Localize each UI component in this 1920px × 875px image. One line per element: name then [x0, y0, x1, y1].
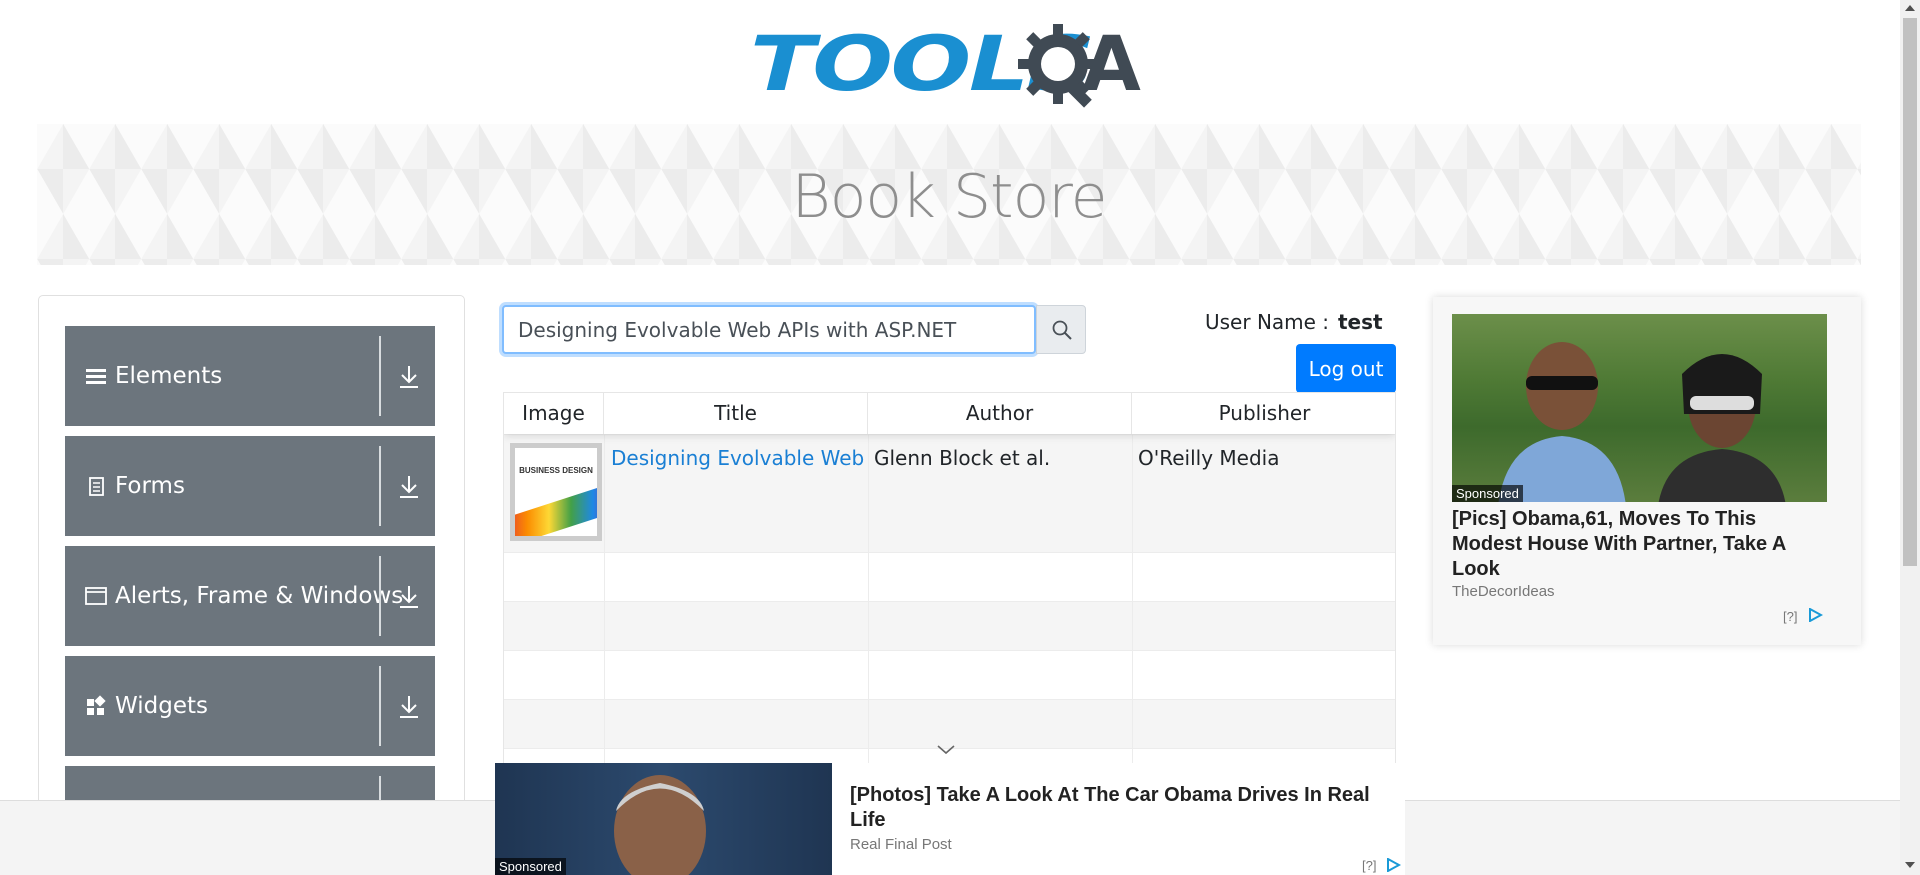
book-cover-image: BUSINESS DESIGN — [510, 443, 602, 541]
adchoices-icon[interactable] — [1807, 608, 1823, 622]
group-divider — [379, 556, 381, 636]
column-header-title[interactable]: Title — [604, 393, 868, 434]
book-cover-title: BUSINESS DESIGN — [519, 466, 593, 475]
sponsored-ad-bottom[interactable]: Sponsored [Photos] Take A Look At The Ca… — [495, 763, 1405, 875]
search-icon — [1052, 320, 1072, 340]
logo-text-a: A — [1082, 19, 1141, 108]
table-header: Image Title Author Publisher — [504, 393, 1395, 434]
download-arrow-icon[interactable] — [397, 474, 421, 500]
group-label: Elements — [115, 363, 223, 389]
user-name-row: User Name : test — [1205, 310, 1383, 334]
ad-photo-man — [614, 775, 706, 875]
ad-source[interactable]: TheDecorIdeas — [1452, 583, 1555, 600]
group-alerts-frame-windows[interactable]: Alerts, Frame & Windows — [65, 546, 435, 646]
page-scrollbar[interactable] — [1900, 0, 1920, 875]
ad-info-link[interactable]: [?] — [1362, 858, 1376, 873]
books-table: Image Title Author Publisher BUSINESS DE… — [503, 392, 1396, 782]
left-panel: Elements Forms Alerts, Frame & Windows W… — [38, 295, 465, 875]
book-title-link[interactable]: Designing Evolvable Web APIs with ASP.NE… — [611, 446, 866, 470]
group-label: Widgets — [115, 693, 208, 719]
column-divider — [868, 434, 869, 781]
group-forms[interactable]: Forms — [65, 436, 435, 536]
book-publisher: O'Reilly Media — [1138, 446, 1280, 470]
sponsored-badge: Sponsored — [1452, 485, 1523, 502]
table-row — [504, 601, 1395, 650]
toolsqa-logo[interactable]: TOOLS A — [750, 20, 1150, 115]
column-header-image[interactable]: Image — [504, 393, 604, 434]
group-label: Forms — [115, 473, 185, 499]
download-arrow-icon[interactable] — [397, 364, 421, 390]
chevron-down-icon[interactable] — [936, 744, 956, 756]
table-row — [504, 552, 1395, 601]
widgets-icon — [87, 695, 106, 715]
download-arrow-icon[interactable] — [397, 584, 421, 610]
book-author: Glenn Block et al. — [874, 446, 1051, 470]
table-row — [504, 699, 1395, 748]
search-button[interactable] — [1036, 305, 1086, 354]
page-title: Book Store — [791, 162, 1107, 232]
scroll-up-arrow-icon[interactable] — [1905, 5, 1915, 11]
column-header-author[interactable]: Author — [868, 393, 1132, 434]
ad-image[interactable]: Sponsored — [1452, 314, 1827, 502]
ad-info-link[interactable]: [?] — [1783, 609, 1797, 624]
column-header-publisher[interactable]: Publisher — [1132, 393, 1395, 434]
sponsored-badge: Sponsored — [495, 858, 566, 875]
group-divider — [379, 666, 381, 746]
group-divider — [379, 446, 381, 526]
logout-button[interactable]: Log out — [1296, 344, 1396, 393]
ad-title[interactable]: [Pics] Obama,61, Moves To This Modest Ho… — [1452, 507, 1822, 582]
column-divider — [604, 434, 605, 781]
window-icon — [85, 587, 107, 605]
search-input[interactable] — [502, 305, 1036, 354]
group-widgets[interactable]: Widgets — [65, 656, 435, 756]
table-row — [504, 650, 1395, 699]
user-name-value: test — [1338, 310, 1383, 334]
column-divider — [1132, 434, 1133, 781]
scrollbar-thumb[interactable] — [1903, 18, 1917, 566]
book-cover: BUSINESS DESIGN — [515, 448, 597, 536]
group-divider — [379, 336, 381, 416]
download-arrow-icon[interactable] — [397, 694, 421, 720]
cover-stripe — [515, 482, 597, 536]
group-label: Alerts, Frame & Windows — [115, 583, 404, 609]
page-banner: Book Store — [37, 124, 1861, 265]
ad-photo-woman — [1658, 354, 1786, 502]
group-elements[interactable]: Elements — [65, 326, 435, 426]
ad-image[interactable]: Sponsored — [495, 763, 832, 875]
sponsored-ad-right[interactable]: Sponsored [Pics] Obama,61, Moves To This… — [1433, 297, 1861, 645]
adchoices-icon[interactable] — [1385, 858, 1401, 872]
ad-source[interactable]: Real Final Post — [850, 836, 952, 853]
ad-photo-man — [1498, 342, 1626, 502]
hamburger-icon — [86, 369, 106, 384]
scroll-down-arrow-icon[interactable] — [1905, 862, 1915, 868]
document-icon — [89, 477, 104, 496]
ad-title[interactable]: [Photos] Take A Look At The Car Obama Dr… — [850, 783, 1390, 833]
user-name-label: User Name : — [1205, 310, 1330, 334]
